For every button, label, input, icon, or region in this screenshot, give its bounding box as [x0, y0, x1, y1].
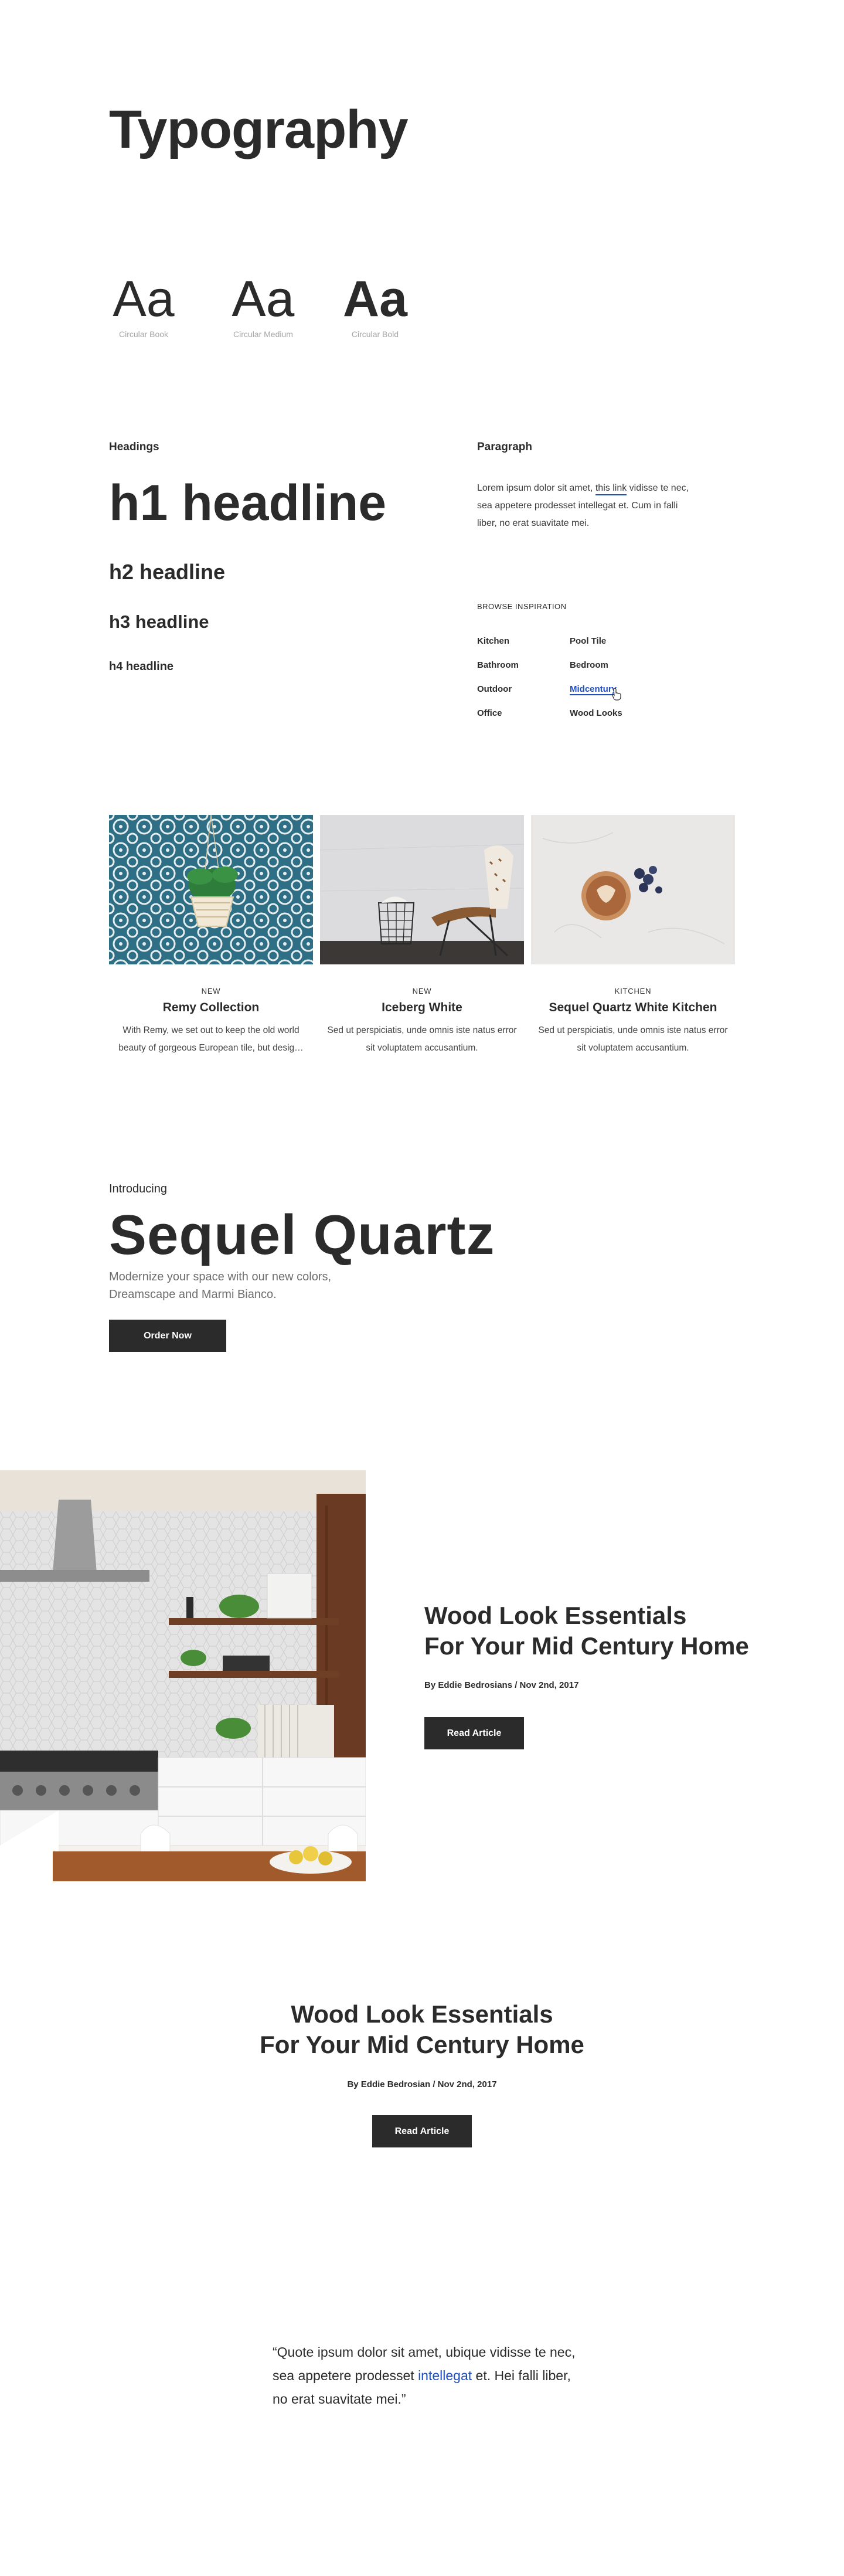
paragraph-link[interactable]: this link	[595, 483, 627, 495]
product-card[interactable]: NEW Iceberg White Sed ut perspiciatis, u…	[320, 815, 524, 1057]
font-sample-caption: Circular Medium	[233, 329, 293, 339]
product-card[interactable]: KITCHEN Sequel Quartz White Kitchen Sed …	[531, 815, 735, 1057]
card-image-quartz-kitchen[interactable]	[531, 815, 735, 964]
tile-pattern-image	[109, 815, 313, 964]
card-title[interactable]: Iceberg White	[320, 1001, 524, 1015]
browse-link-wood-looks[interactable]: Wood Looks	[570, 706, 653, 721]
browse-link-bathroom[interactable]: Bathroom	[477, 658, 570, 672]
read-article-button[interactable]: Read Article	[372, 2115, 472, 2147]
browse-link-kitchen[interactable]: Kitchen	[477, 634, 570, 648]
font-sample-glyph: Aa	[232, 271, 295, 327]
paragraph-label: Paragraph	[477, 441, 532, 453]
chair-basket-image	[320, 815, 524, 964]
browse-link-outdoor[interactable]: Outdoor	[477, 682, 570, 696]
font-sample-medium: Aa Circular Medium	[219, 271, 307, 339]
promo-title: Sequel Quartz	[109, 1204, 495, 1266]
font-sample-book: Aa Circular Book	[100, 271, 188, 339]
card-description: With Remy, we set out to keep the old wo…	[118, 1025, 304, 1053]
h1-sample: h1 headline	[109, 475, 387, 531]
paragraph-text: Lorem ipsum dolor sit amet, this link vi…	[477, 480, 697, 532]
article-byline: By Eddie Bedrosian / Nov 2nd, 2017	[347, 2079, 497, 2089]
font-sample-glyph: Aa	[113, 271, 175, 327]
browse-link-bedroom[interactable]: Bedroom	[570, 658, 653, 672]
paragraph-text-start: Lorem ipsum dolor sit amet,	[477, 483, 595, 493]
promo-intro: Introducing	[109, 1182, 167, 1195]
browse-inspiration-label: BROWSE INSPIRATION	[477, 602, 567, 611]
article-title: Wood Look Essentials For Your Mid Centur…	[0, 1999, 844, 2060]
font-sample-caption: Circular Bold	[351, 329, 399, 339]
browse-link-office[interactable]: Office	[477, 706, 570, 721]
kitchen-illustration	[0, 1470, 366, 1881]
feature-title-line: Wood Look Essentials	[424, 1602, 687, 1629]
card-tag: NEW	[201, 987, 221, 995]
card-description: Sed ut perspiciatis, unde omnis iste nat…	[538, 1025, 728, 1053]
read-article-button[interactable]: Read Article	[424, 1717, 524, 1749]
feature-title: Wood Look Essentials For Your Mid Centur…	[424, 1600, 776, 1661]
kitchen-feature-image	[0, 1470, 366, 1881]
card-image-remy-tile[interactable]	[109, 815, 313, 964]
h2-sample: h2 headline	[109, 560, 226, 584]
article-title-line: For Your Mid Century Home	[260, 2031, 584, 2058]
hand-cursor-icon	[612, 688, 621, 701]
card-title[interactable]: Remy Collection	[109, 1001, 313, 1015]
feature-title-line: For Your Mid Century Home	[424, 1632, 749, 1660]
card-description: Sed ut perspiciatis, unde omnis iste nat…	[327, 1025, 517, 1053]
font-sample-bold: Aa Circular Bold	[331, 271, 419, 339]
font-sample-caption: Circular Book	[118, 329, 169, 339]
card-title[interactable]: Sequel Quartz White Kitchen	[531, 1001, 735, 1015]
h3-sample: h3 headline	[109, 611, 209, 632]
promo-subtitle: Modernize your space with our new colors…	[109, 1270, 332, 1301]
feature-byline: By Eddie Bedrosians / Nov 2nd, 2017	[424, 1680, 579, 1690]
article-title-line: Wood Look Essentials	[291, 2000, 553, 2028]
pull-quote: “Quote ipsum dolor sit amet, ubique vidi…	[273, 2340, 577, 2411]
browse-inspiration-list: Kitchen Pool Tile Bathroom Bedroom Outdo…	[477, 634, 653, 721]
font-sample-glyph: Aa	[343, 271, 407, 327]
quote-link[interactable]: intellegat	[418, 2368, 472, 2383]
order-now-button[interactable]: Order Now	[109, 1320, 226, 1352]
card-image-iceberg-white[interactable]	[320, 815, 524, 964]
page-title: Typography	[109, 100, 409, 159]
coffee-quartz-image	[531, 815, 735, 964]
product-card[interactable]: NEW Remy Collection With Remy, we set ou…	[109, 815, 313, 1057]
card-tag: KITCHEN	[614, 987, 652, 995]
headings-label: Headings	[109, 441, 159, 453]
browse-link-pool-tile[interactable]: Pool Tile	[570, 634, 653, 648]
card-tag: NEW	[412, 987, 432, 995]
h4-sample: h4 headline	[109, 660, 174, 673]
